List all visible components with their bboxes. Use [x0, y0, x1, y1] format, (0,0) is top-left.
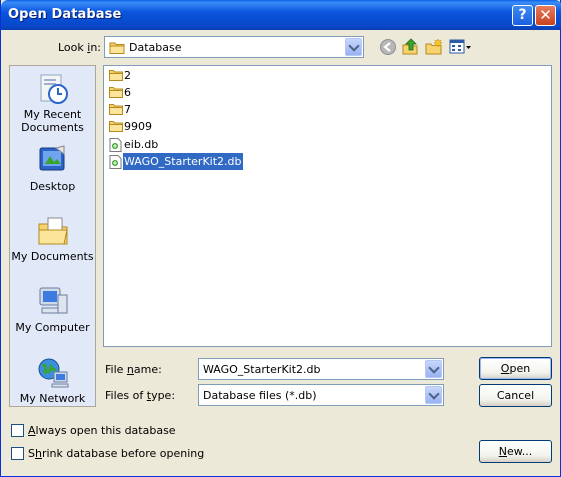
always-open-label: Always open this database — [28, 424, 176, 437]
file-name: eib.db — [124, 138, 159, 151]
files-of-type-value: Database files (*.db) — [203, 389, 317, 402]
place-my-recent-documents[interactable]: My Recent Documents — [10, 72, 95, 134]
database-file-icon — [109, 138, 122, 152]
place-label: My Computer — [15, 321, 90, 334]
place-my-network[interactable]: My Network — [10, 356, 95, 405]
help-icon: ? — [518, 7, 527, 23]
desktop-icon — [39, 145, 64, 171]
folder-icon — [109, 121, 123, 132]
chevron-down-icon[interactable] — [345, 38, 362, 56]
open-database-dialog: Open Database ? ✕ Look in: Database My R… — [0, 0, 561, 477]
place-my-documents[interactable]: My Documents — [10, 214, 95, 263]
title-bar[interactable]: Open Database ? ✕ — [1, 0, 561, 30]
help-button[interactable]: ? — [512, 5, 533, 26]
my-computer-icon — [39, 287, 67, 314]
place-label: My Documents — [11, 250, 94, 263]
back-icon[interactable] — [379, 38, 397, 56]
up-folder-icon[interactable] — [401, 38, 419, 56]
place-label: Desktop — [29, 180, 76, 193]
folder-icon — [109, 42, 125, 54]
file-name-field[interactable]: WAGO_StarterKit2.db — [198, 358, 444, 380]
close-button[interactable]: ✕ — [535, 5, 556, 26]
places-bar: My Recent Documents Desktop My Documents — [9, 65, 96, 407]
file-name: WAGO_StarterKit2.db — [123, 153, 243, 170]
file-name: 9909 — [124, 120, 152, 133]
shrink-checkbox[interactable] — [11, 447, 24, 460]
files-of-type-dropdown[interactable]: Database files (*.db) — [198, 384, 444, 406]
new-folder-icon[interactable] — [425, 38, 443, 56]
database-file-icon — [109, 155, 122, 169]
folder-icon — [109, 87, 123, 98]
chevron-down-icon[interactable] — [425, 360, 442, 378]
always-open-checkbox[interactable] — [11, 424, 24, 437]
look-in-dropdown[interactable]: Database — [104, 36, 364, 58]
folder-icon — [109, 104, 123, 115]
place-label: My Network — [19, 392, 86, 405]
my-documents-icon — [38, 217, 68, 245]
views-menu-icon[interactable] — [449, 38, 473, 56]
window-title: Open Database — [8, 7, 122, 22]
file-name-label: File name: — [105, 363, 162, 376]
cancel-button[interactable]: Cancel — [479, 384, 552, 407]
look-in-value: Database — [129, 41, 182, 54]
files-of-type-label: Files of type: — [105, 389, 176, 402]
close-icon: ✕ — [539, 6, 552, 24]
folder-icon — [109, 70, 123, 81]
place-my-computer[interactable]: My Computer — [10, 285, 95, 334]
file-name-value: WAGO_StarterKit2.db — [203, 363, 321, 376]
file-name: 2 — [124, 69, 131, 82]
open-button[interactable]: Open — [479, 357, 552, 380]
chevron-down-icon[interactable] — [425, 386, 442, 404]
look-in-label: Look in: — [58, 41, 102, 54]
file-list[interactable]: 2 6 7 9909 eib.db WAGO_StarterKit2.db — [103, 65, 552, 347]
file-name: 7 — [124, 103, 131, 116]
my-network-icon — [38, 358, 68, 388]
file-name: 6 — [124, 86, 131, 99]
recent-documents-icon — [40, 74, 68, 104]
shrink-label: Shrink database before opening — [28, 447, 205, 460]
new-button[interactable]: New... — [479, 440, 552, 463]
place-label: My Recent Documents — [21, 108, 84, 134]
place-desktop[interactable]: Desktop — [10, 144, 95, 193]
